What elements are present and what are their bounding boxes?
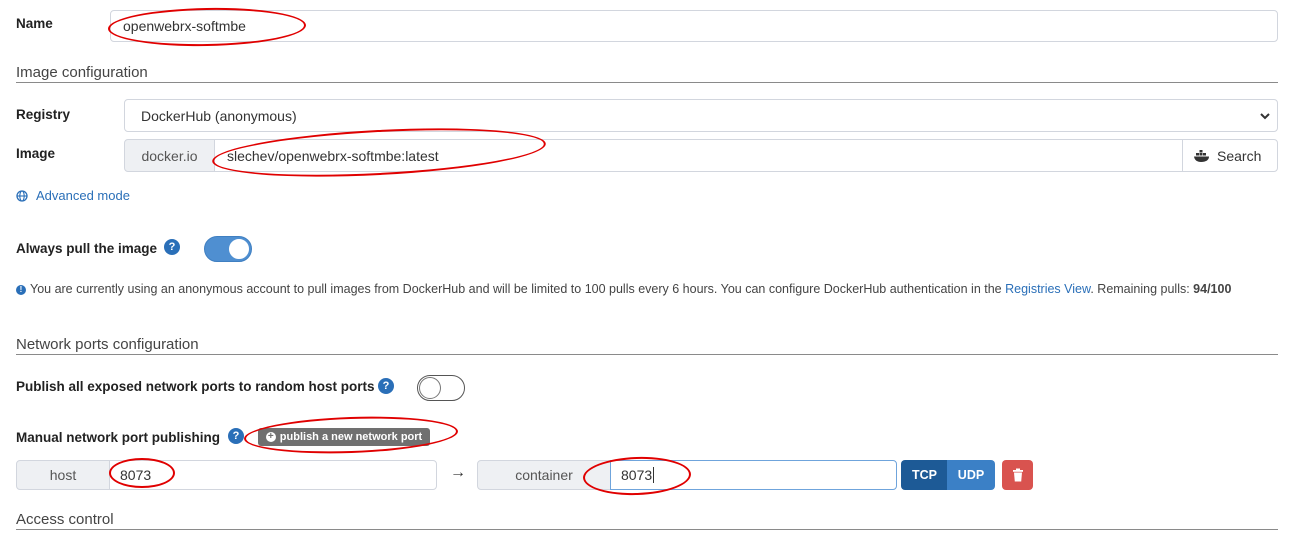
tcp-button[interactable]: TCP [901, 460, 948, 490]
network-config-title: Network ports configuration [16, 336, 199, 353]
registry-select[interactable]: DockerHub (anonymous) [124, 99, 1278, 132]
name-label: Name [16, 16, 53, 31]
notice-text-after: . Remaining pulls: [1090, 282, 1194, 296]
delete-port-button[interactable] [1002, 460, 1033, 490]
anonymous-pull-notice: ! You are currently using an anonymous ac… [16, 281, 1278, 298]
help-icon[interactable]: ? [164, 239, 180, 255]
annotation-circle-publish [243, 413, 459, 457]
access-control-title: Access control [16, 511, 114, 528]
search-button[interactable]: Search [1182, 139, 1278, 172]
publish-all-label: Publish all exposed network ports to ran… [16, 379, 375, 394]
container-label: container [515, 467, 573, 483]
notice-text: You are currently using an anonymous acc… [30, 282, 1006, 296]
registries-view-link[interactable]: Registries View [1005, 282, 1090, 296]
publish-all-toggle[interactable] [417, 375, 465, 401]
toggle-knob [228, 238, 250, 260]
registry-prefix-text: docker.io [141, 147, 198, 164]
help-icon[interactable]: ? [378, 378, 394, 394]
image-label: Image [16, 146, 56, 161]
trash-icon [1012, 468, 1024, 482]
manual-publishing-label: Manual network port publishing [16, 430, 220, 445]
advanced-mode-link[interactable]: Advanced mode [16, 188, 130, 203]
always-pull-label: Always pull the image [16, 241, 158, 256]
host-label: host [49, 467, 77, 483]
image-config-title: Image configuration [16, 64, 148, 81]
advanced-mode-label: Advanced mode [36, 188, 130, 203]
search-label: Search [1217, 147, 1262, 164]
image-config-divider [16, 82, 1278, 83]
host-addon: host [16, 460, 110, 490]
always-pull-toggle[interactable] [204, 236, 252, 262]
access-control-divider [16, 529, 1278, 530]
help-icon[interactable]: ? [228, 428, 244, 444]
udp-button[interactable]: UDP [947, 460, 995, 490]
toggle-knob [419, 377, 441, 399]
info-icon: ! [16, 284, 26, 295]
registry-prefix: docker.io [124, 139, 215, 172]
network-config-divider [16, 354, 1278, 355]
arrow-right-icon: → [450, 464, 466, 481]
annotation-circle-host [109, 458, 175, 488]
tcp-label: TCP [912, 468, 937, 482]
docker-icon [1193, 149, 1211, 163]
udp-label: UDP [957, 468, 985, 482]
registry-selected: DockerHub (anonymous) [141, 107, 297, 124]
registry-label: Registry [16, 107, 71, 122]
chevron-down-icon [1259, 110, 1271, 122]
remaining-pulls: 94/100 [1193, 282, 1232, 296]
globe-icon [16, 189, 28, 202]
